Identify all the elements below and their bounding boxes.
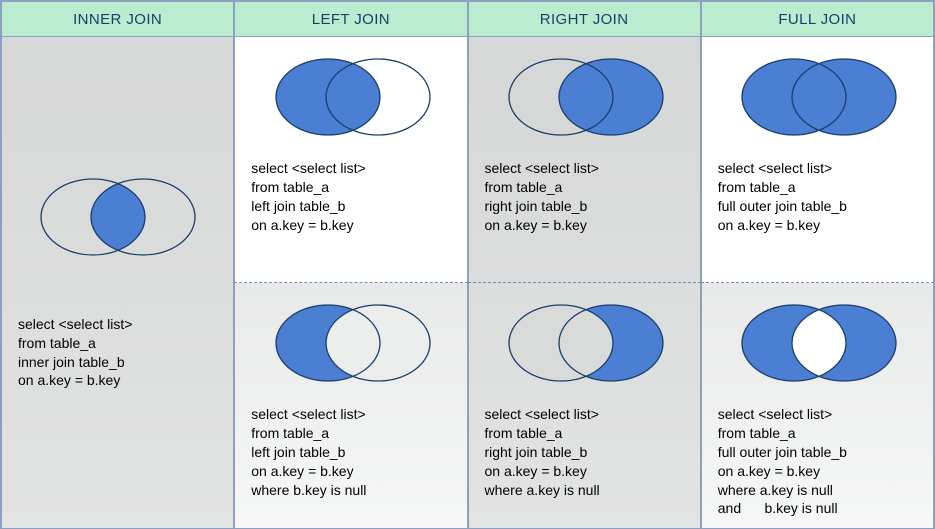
cell-full-join-null: select <select list> from table_a full o… <box>702 283 933 528</box>
cell-right-join: select <select list> from table_a right … <box>469 37 700 282</box>
cell-full-join: select <select list> from table_a full o… <box>702 37 933 282</box>
sql-left-join-null: select <select list> from table_a left j… <box>251 405 454 499</box>
sql-full-join-null: select <select list> from table_a full o… <box>718 405 921 518</box>
cell-left-join-null: select <select list> from table_a left j… <box>235 283 466 528</box>
sql-inner-join: select <select list> from table_a inner … <box>18 315 221 391</box>
sql-right-join: select <select list> from table_a right … <box>485 159 688 235</box>
body-row: select <select list> from table_a inner … <box>1 37 934 528</box>
venn-diagram-icon <box>258 293 448 393</box>
venn-left-join <box>251 47 454 147</box>
venn-diagram-icon <box>258 47 448 147</box>
col-full-join: select <select list> from table_a full o… <box>701 37 934 528</box>
header-left-join: LEFT JOIN <box>234 1 467 37</box>
venn-right-join-null <box>485 293 688 393</box>
venn-full-join-null <box>718 293 921 393</box>
header-row: INNER JOIN LEFT JOIN RIGHT JOIN FULL JOI… <box>1 1 934 37</box>
header-full-join: FULL JOIN <box>701 1 934 37</box>
cell-left-join: select <select list> from table_a left j… <box>235 37 466 282</box>
venn-diagram-icon <box>23 167 213 267</box>
venn-diagram-icon <box>724 293 914 393</box>
join-diagram-sheet: INNER JOIN LEFT JOIN RIGHT JOIN FULL JOI… <box>0 0 935 529</box>
cell-inner-join: select <select list> from table_a inner … <box>2 37 233 528</box>
col-inner-join: select <select list> from table_a inner … <box>1 37 234 528</box>
header-right-join: RIGHT JOIN <box>468 1 701 37</box>
cell-right-join-null: select <select list> from table_a right … <box>469 283 700 528</box>
venn-diagram-icon <box>491 47 681 147</box>
venn-diagram-icon <box>724 47 914 147</box>
venn-full-join <box>718 47 921 147</box>
venn-inner-join <box>2 167 233 267</box>
col-left-join: select <select list> from table_a left j… <box>234 37 467 528</box>
header-inner-join: INNER JOIN <box>1 1 234 37</box>
sql-left-join: select <select list> from table_a left j… <box>251 159 454 235</box>
venn-left-join-null <box>251 293 454 393</box>
col-right-join: select <select list> from table_a right … <box>468 37 701 528</box>
venn-diagram-icon <box>491 293 681 393</box>
venn-right-join <box>485 47 688 147</box>
sql-full-join: select <select list> from table_a full o… <box>718 159 921 235</box>
sql-right-join-null: select <select list> from table_a right … <box>485 405 688 499</box>
